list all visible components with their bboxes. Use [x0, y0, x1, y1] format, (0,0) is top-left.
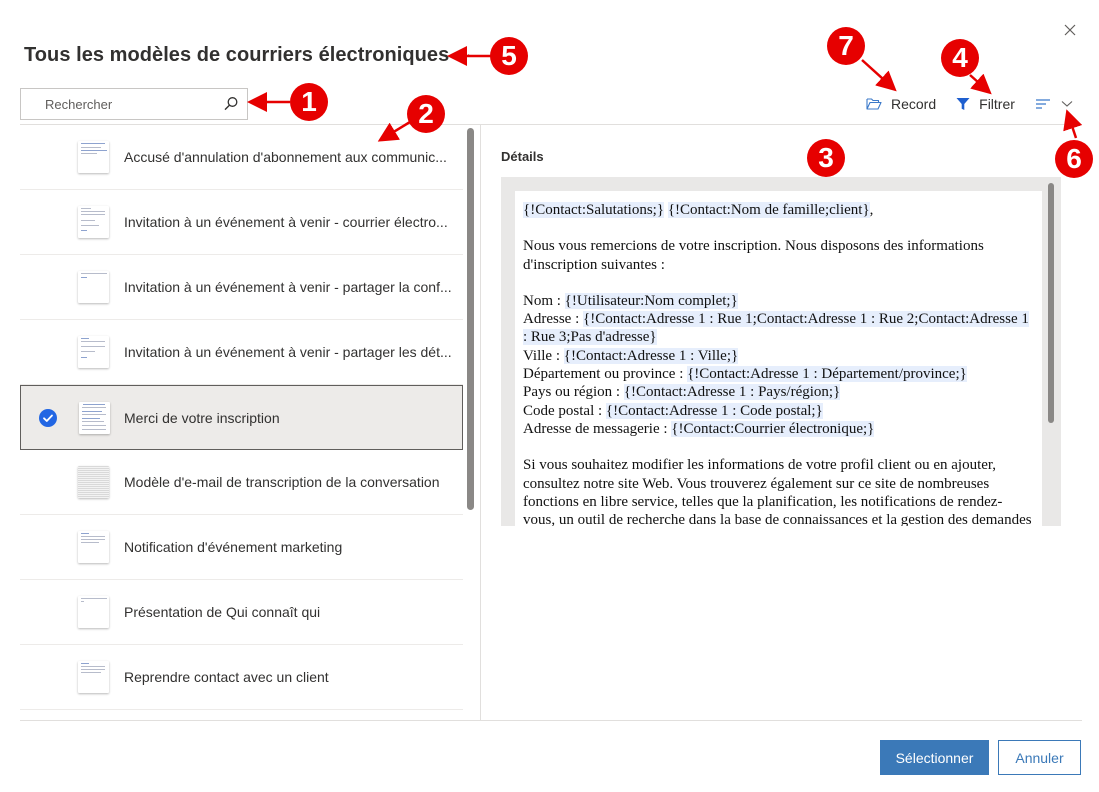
- annotation-marker: 2: [407, 95, 445, 133]
- token: {!Contact:Adresse 1 : Département/provin…: [687, 366, 967, 383]
- template-name: Présentation de Qui connaît qui: [124, 604, 321, 620]
- filter-label: Filtrer: [979, 96, 1015, 112]
- template-thumbnail: [78, 336, 109, 368]
- annotation-marker: 3: [807, 139, 845, 177]
- template-name: Notification d'événement marketing: [124, 539, 343, 555]
- email-preview: {!Contact:Salutations;} {!Contact:Nom de…: [515, 191, 1042, 526]
- annotation-arrow: [1063, 109, 1083, 139]
- record-label: Record: [891, 96, 937, 112]
- chevron-down-icon: [1061, 101, 1073, 107]
- list-scrollbar[interactable]: [467, 128, 474, 510]
- chevron-down-icon[interactable]: [458, 53, 470, 61]
- details-label: Détails: [501, 149, 544, 164]
- annotation-marker: 7: [827, 27, 865, 65]
- template-thumbnail: [78, 596, 109, 628]
- template-list-item[interactable]: Invitation à un événement à venir - cour…: [20, 190, 463, 255]
- template-thumbnail: [79, 401, 110, 434]
- search-box: [20, 88, 248, 120]
- token: {!Contact:Adresse 1 : Rue 1;Contact:Adre…: [523, 311, 1029, 346]
- intro-paragraph: Nous vous remercions de votre inscriptio…: [523, 238, 984, 273]
- template-list-item[interactable]: Invitation à un événement à venir - part…: [20, 255, 463, 320]
- view-options-dropdown[interactable]: [1061, 100, 1073, 108]
- sort-lines-icon: [1035, 99, 1050, 109]
- template-name: Modèle d'e-mail de transcription de la c…: [124, 474, 440, 490]
- select-button[interactable]: Sélectionner: [880, 740, 989, 775]
- closing-paragraph: Si vous souhaitez modifier les informati…: [523, 457, 1032, 526]
- punctuation: ,: [869, 202, 874, 218]
- field-label: Pays ou région :: [523, 384, 624, 401]
- annotation-marker: 6: [1055, 140, 1093, 178]
- field-label: Adresse :: [523, 311, 583, 328]
- fields-block: Nom : {!Utilisateur:Nom complet;} Adresse…: [523, 292, 1034, 438]
- token: {!Contact:Courrier électronique;}: [671, 420, 875, 437]
- template-name: Invitation à un événement à venir - part…: [124, 344, 452, 360]
- toolbar: Record Filtrer: [866, 92, 1073, 116]
- template-thumbnail: [78, 141, 109, 173]
- annotation-marker: 4: [941, 39, 979, 77]
- filter-button[interactable]: Filtrer: [956, 96, 1015, 112]
- field-label: Adresse de messagerie :: [523, 420, 672, 437]
- template-name: Reprendre contact avec un client: [124, 669, 329, 685]
- template-list-item[interactable]: Invitation à un événement à venir - part…: [20, 320, 463, 385]
- search-input[interactable]: [21, 89, 221, 119]
- template-name: Invitation à un événement à venir - cour…: [124, 214, 448, 230]
- template-thumbnail: [78, 271, 109, 303]
- preview-frame: {!Contact:Salutations;} {!Contact:Nom de…: [501, 177, 1061, 526]
- token: {!Contact:Adresse 1 : Ville;}: [563, 347, 739, 364]
- search-icon[interactable]: [223, 96, 239, 112]
- template-list-item[interactable]: Présentation de Qui connaît qui: [20, 580, 463, 645]
- annotation-arrow: [969, 73, 992, 95]
- filter-icon: [956, 98, 970, 110]
- template-list-item[interactable]: Accusé d'annulation d'abonnement aux com…: [20, 125, 463, 190]
- close-icon: [1064, 24, 1076, 36]
- template-thumbnail: [78, 531, 109, 563]
- field-label: Nom :: [523, 292, 565, 309]
- template-thumbnail: [78, 466, 109, 498]
- template-name: Merci de votre inscription: [124, 409, 280, 426]
- record-button[interactable]: Record: [866, 96, 936, 112]
- template-list-item[interactable]: Reprendre contact avec un client: [20, 645, 463, 710]
- annotation-arrow: [861, 59, 897, 92]
- view-selector[interactable]: Tous les modèles de courriers électroniq…: [24, 44, 470, 67]
- template-name: Accusé d'annulation d'abonnement aux com…: [124, 149, 447, 165]
- template-thumbnail: [78, 661, 109, 693]
- token: {!Contact:Nom de famille;client}: [667, 202, 870, 218]
- field-label: Département ou province :: [523, 366, 688, 383]
- template-name: Invitation à un événement à venir - part…: [124, 279, 452, 295]
- close-button[interactable]: [1060, 20, 1080, 40]
- cancel-button[interactable]: Annuler: [998, 740, 1081, 775]
- annotation-marker: 1: [290, 83, 328, 121]
- annotation-marker: 5: [490, 37, 528, 75]
- dialog-title: Tous les modèles de courriers électroniq…: [24, 44, 450, 66]
- token: {!Contact:Adresse 1 : Pays/région;}: [623, 384, 841, 401]
- token: {!Utilisateur:Nom complet;}: [564, 292, 738, 309]
- template-list: Accusé d'annulation d'abonnement aux com…: [20, 125, 463, 720]
- greeting: {!Contact:Salutations;} {!Contact:Nom de…: [523, 201, 1034, 219]
- divider: [20, 720, 1082, 721]
- sort-button[interactable]: [1035, 98, 1051, 110]
- template-list-item[interactable]: Merci de votre inscription: [20, 385, 463, 450]
- token: {!Contact:Adresse 1 : Code postal;}: [605, 402, 823, 419]
- template-list-item[interactable]: Modèle d'e-mail de transcription de la c…: [20, 450, 463, 515]
- field-label: Ville :: [523, 347, 564, 364]
- divider: [480, 124, 481, 721]
- template-thumbnail: [78, 206, 109, 238]
- folder-open-icon: [866, 98, 882, 110]
- template-list-item[interactable]: Notification d'événement marketing: [20, 515, 463, 580]
- checkmark-circle-icon: [39, 408, 57, 427]
- preview-scrollbar[interactable]: [1048, 183, 1054, 423]
- field-label: Code postal :: [523, 402, 606, 419]
- token: {!Contact:Salutations;}: [523, 202, 665, 218]
